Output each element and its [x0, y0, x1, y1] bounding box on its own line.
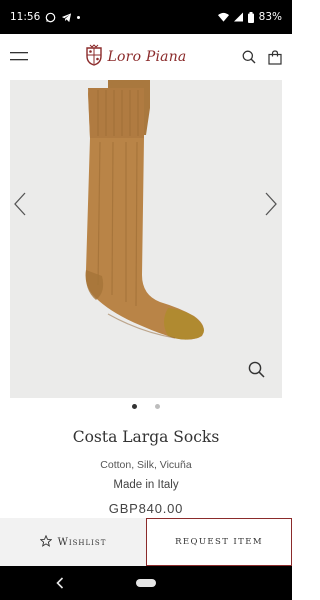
request-item-label: REQUEST ITEM: [175, 537, 263, 547]
status-bar-right: 83%: [217, 11, 282, 23]
product-image-gallery[interactable]: [10, 80, 282, 398]
chevron-left-icon[interactable]: [14, 192, 26, 221]
search-icon[interactable]: [242, 50, 256, 64]
menu-icon[interactable]: [10, 51, 28, 63]
zoom-icon[interactable]: [248, 361, 265, 383]
carousel-dot-2[interactable]: [155, 404, 160, 409]
product-material: Cotton, Silk, Vicuña: [100, 459, 192, 471]
header-actions: [242, 49, 282, 65]
whatsapp-icon: [45, 12, 56, 23]
dot-icon: [77, 15, 81, 19]
home-pill-icon[interactable]: [136, 579, 156, 587]
status-bar-left: 11:56: [10, 11, 81, 23]
brand-logo[interactable]: Loro Piana: [84, 43, 187, 71]
request-item-button[interactable]: REQUEST ITEM: [146, 518, 292, 566]
product-title: Costa Larga Socks: [72, 428, 220, 446]
battery-level: 83%: [258, 11, 282, 23]
chevron-right-icon[interactable]: [265, 192, 277, 221]
product-image: [85, 80, 204, 340]
wifi-icon: [217, 12, 229, 22]
status-time: 11:56: [10, 11, 41, 23]
star-icon: [39, 534, 52, 550]
product-action-bar: Wishlist REQUEST ITEM: [0, 518, 292, 566]
carousel-indicators: [0, 404, 292, 409]
system-navigation-bar: [0, 566, 292, 600]
battery-icon: [247, 11, 254, 23]
signal-icon: [233, 12, 243, 22]
product-price: GBP840.00: [108, 501, 184, 516]
shopping-bag-icon[interactable]: [268, 49, 282, 65]
brand-name: Loro Piana: [107, 49, 187, 65]
telegram-icon: [61, 12, 72, 23]
status-bar: 11:56 83%: [0, 0, 292, 34]
wishlist-label: Wishlist: [57, 536, 107, 548]
wishlist-button[interactable]: Wishlist: [0, 518, 146, 566]
site-header: Loro Piana: [0, 34, 292, 80]
back-icon[interactable]: [56, 576, 64, 594]
brand-crest-icon: [84, 43, 104, 71]
carousel-dot-1[interactable]: [132, 404, 137, 409]
product-origin: Made in Italy: [113, 479, 179, 491]
